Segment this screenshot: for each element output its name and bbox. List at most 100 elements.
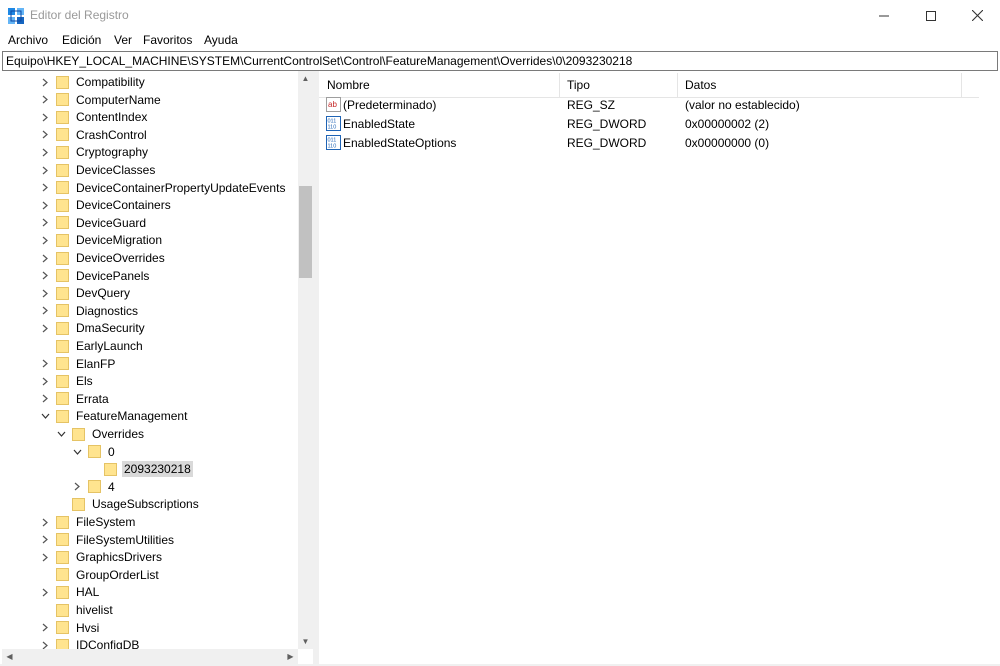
tree-vertical-scrollbar[interactable]: ▲ ▼	[298, 71, 313, 649]
tree-node[interactable]: Els	[40, 372, 95, 390]
chevron-right-icon[interactable]	[40, 640, 50, 649]
close-button[interactable]	[954, 0, 1000, 31]
tree-node-label: 0	[108, 444, 115, 459]
tree-node[interactable]: FeatureManagement	[40, 407, 189, 425]
chevron-right-icon[interactable]	[40, 376, 50, 386]
chevron-right-icon[interactable]	[40, 587, 50, 597]
column-divider[interactable]	[677, 73, 678, 97]
menu-edicion[interactable]: Edición	[62, 33, 101, 47]
tree-node[interactable]: DeviceContainerPropertyUpdateEvents	[40, 179, 287, 197]
chevron-right-icon[interactable]	[40, 165, 50, 175]
value-type: REG_DWORD	[567, 136, 647, 150]
tree-node[interactable]: DeviceContainers	[40, 196, 173, 214]
column-header-data[interactable]: Datos	[685, 78, 716, 92]
tree-node[interactable]: Overrides	[56, 425, 146, 443]
tree-node[interactable]: ElanFP	[40, 355, 117, 373]
column-header-type[interactable]: Tipo	[567, 78, 590, 92]
tree-node[interactable]: DeviceOverrides	[40, 249, 167, 267]
tree-node[interactable]: ContentIndex	[40, 108, 149, 126]
tree-node[interactable]: FileSystem	[40, 513, 137, 531]
chevron-right-icon[interactable]	[40, 535, 50, 545]
chevron-right-icon[interactable]	[40, 218, 50, 228]
chevron-right-icon[interactable]	[40, 517, 50, 527]
folder-icon	[56, 533, 69, 547]
folder-icon	[56, 251, 69, 265]
scroll-down-icon[interactable]: ▼	[298, 634, 313, 649]
binary-value-icon: 011 110	[326, 116, 341, 131]
tree-node-label: DeviceOverrides	[76, 251, 165, 265]
chevron-right-icon[interactable]	[40, 394, 50, 404]
tree-node[interactable]: GroupOrderList	[40, 566, 161, 584]
menu-favoritos[interactable]: Favoritos	[143, 33, 192, 47]
tree-node[interactable]: GraphicsDrivers	[40, 548, 164, 566]
address-bar[interactable]: Equipo\HKEY_LOCAL_MACHINE\SYSTEM\Current…	[2, 51, 998, 71]
tree-node[interactable]: DevicePanels	[40, 267, 151, 285]
tree-node[interactable]: DevQuery	[40, 284, 132, 302]
folder-icon	[56, 233, 69, 247]
tree-node[interactable]: 0	[72, 443, 117, 461]
tree-node[interactable]: CrashControl	[40, 126, 149, 144]
tree-node[interactable]: UsageSubscriptions	[56, 495, 201, 513]
scroll-right-icon[interactable]: ▶	[283, 649, 298, 664]
chevron-right-icon[interactable]	[40, 359, 50, 369]
tree-node[interactable]: Errata	[40, 390, 111, 408]
chevron-right-icon[interactable]	[40, 552, 50, 562]
tree-node[interactable]: FileSystemUtilities	[40, 531, 176, 549]
chevron-right-icon[interactable]	[40, 77, 50, 87]
chevron-down-icon[interactable]	[40, 411, 50, 421]
chevron-right-icon[interactable]	[40, 623, 50, 633]
tree-node[interactable]: 2093230218	[88, 460, 193, 478]
column-divider[interactable]	[961, 73, 962, 97]
chevron-right-icon[interactable]	[40, 95, 50, 105]
chevron-right-icon[interactable]	[40, 147, 50, 157]
menu-ver[interactable]: Ver	[114, 33, 132, 47]
tree-node[interactable]: 4	[72, 478, 117, 496]
chevron-right-icon[interactable]	[40, 288, 50, 298]
tree-horizontal-scrollbar[interactable]: ◀ ▶	[2, 649, 298, 664]
values-list-panel: Nombre Tipo Datos ab (Predeterminado) RE…	[319, 71, 998, 665]
scroll-up-icon[interactable]: ▲	[298, 71, 313, 86]
tree-node[interactable]: ComputerName	[40, 91, 163, 109]
chevron-right-icon[interactable]	[40, 323, 50, 333]
menu-archivo[interactable]: Archivo	[8, 33, 48, 47]
tree-node[interactable]: Diagnostics	[40, 302, 140, 320]
tree-node[interactable]: DmaSecurity	[40, 319, 147, 337]
svg-text:ab: ab	[328, 100, 337, 109]
tree-node[interactable]: DeviceClasses	[40, 161, 157, 179]
column-divider[interactable]	[559, 73, 560, 97]
folder-icon	[56, 163, 69, 177]
tree-node[interactable]: DeviceGuard	[40, 214, 148, 232]
menu-ayuda[interactable]: Ayuda	[204, 33, 238, 47]
value-row[interactable]: 011 110 EnabledStateOptions REG_DWORD 0x…	[319, 134, 979, 153]
chevron-right-icon[interactable]	[40, 112, 50, 122]
folder-icon	[56, 304, 69, 318]
chevron-down-icon[interactable]	[56, 429, 66, 439]
chevron-down-icon[interactable]	[72, 447, 82, 457]
chevron-right-icon[interactable]	[40, 306, 50, 316]
tree-node[interactable]: HAL	[40, 583, 101, 601]
tree-scroll-thumb[interactable]	[299, 186, 312, 278]
value-row[interactable]: 011 110 EnabledState REG_DWORD 0x0000000…	[319, 115, 979, 134]
chevron-right-icon[interactable]	[40, 271, 50, 281]
tree-node[interactable]: DeviceMigration	[40, 231, 164, 249]
value-row[interactable]: ab (Predeterminado) REG_SZ (valor no est…	[319, 96, 979, 115]
tree-node[interactable]: Cryptography	[40, 143, 150, 161]
registry-app-icon	[8, 8, 24, 24]
tree-node[interactable]: Hvsi	[40, 619, 101, 637]
chevron-right-icon[interactable]	[40, 200, 50, 210]
tree-node[interactable]: IDConfigDB	[40, 636, 141, 649]
chevron-right-icon[interactable]	[40, 183, 50, 193]
tree-node[interactable]: EarlyLaunch	[40, 337, 145, 355]
folder-icon	[56, 392, 69, 406]
tree-node[interactable]: Compatibility	[40, 73, 147, 91]
chevron-right-icon[interactable]	[40, 130, 50, 140]
scroll-left-icon[interactable]: ◀	[2, 649, 17, 664]
chevron-right-icon[interactable]	[40, 235, 50, 245]
maximize-button[interactable]	[908, 0, 954, 31]
minimize-button[interactable]	[861, 0, 907, 31]
tree-node[interactable]: hivelist	[40, 601, 115, 619]
chevron-right-icon[interactable]	[40, 253, 50, 263]
column-header-name[interactable]: Nombre	[327, 78, 370, 92]
chevron-right-icon[interactable]	[72, 482, 82, 492]
